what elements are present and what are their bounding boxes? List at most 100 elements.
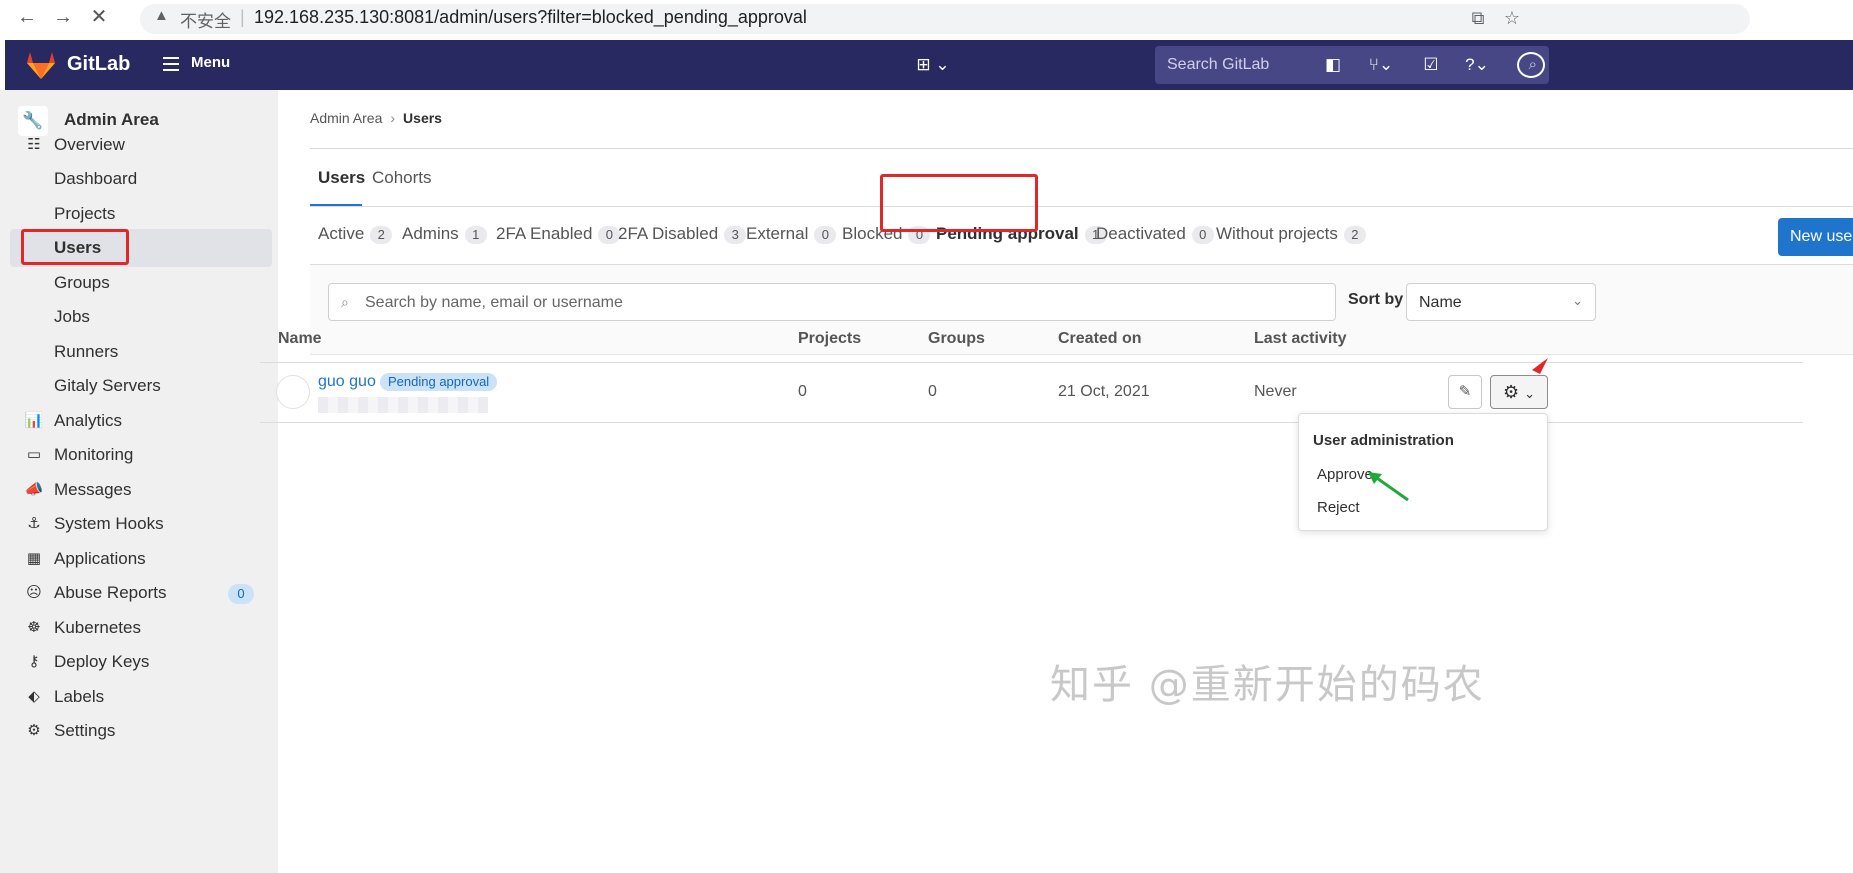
hamburger-icon[interactable] [163,57,179,71]
monitoring-icon: ▭ [26,446,42,463]
sidebar-item-abuse-reports[interactable]: ☹ Abuse Reports 0 [10,574,272,612]
column-header-name: Name [278,330,322,347]
sort-select[interactable]: Name ⌄ [1406,283,1596,321]
url-text[interactable]: 192.168.235.130:8081/admin/users?filter=… [254,7,807,28]
hook-icon: ⚓ [27,515,41,532]
user-name-link[interactable]: guo guo [318,373,376,391]
abuse-icon: ☹ [26,584,42,601]
sidebar-item-label: Runners [54,342,119,361]
sidebar-item-label: Gitaly Servers [54,376,161,395]
avatar-icon[interactable] [1517,52,1545,78]
filter-tab-external[interactable]: External 0 [746,224,837,244]
issues-icon[interactable]: ◧ [1321,52,1345,78]
user-actions-dropdown-button[interactable]: ⚙ ⌄ [1490,375,1548,409]
chevron-down-icon: ⌄ [1572,293,1583,308]
breadcrumb-parent[interactable]: Admin Area [310,110,382,126]
tab-cohorts[interactable]: Cohorts [372,168,432,188]
approve-menu-item[interactable]: Approve [1317,466,1373,483]
settings-icon: ⚙ [27,722,41,739]
sidebar-item-label: Jobs [54,307,90,326]
filter-tab-without-projects[interactable]: Without projects 2 [1216,224,1366,244]
back-icon[interactable]: ← [14,4,40,30]
filter-tab-active[interactable]: Active 2 [318,224,393,244]
sidebar-item-analytics[interactable]: 📊 Analytics [10,402,272,440]
new-user-button[interactable]: New user [1778,218,1853,256]
brand-name[interactable]: GitLab [67,53,130,76]
label-icon: ⬖ [28,688,40,705]
count-badge: 0 [228,584,254,604]
sort-value: Name [1419,294,1462,311]
sidebar-item-deploy-keys[interactable]: ⚷ Deploy Keys [10,643,272,681]
sidebar-item-messages[interactable]: 📣 Messages [10,471,272,509]
table-row: guo guo Pending approval 0 0 21 Oct, 202… [260,363,1803,423]
sidebar: 🔧 Admin Area ☷ Overview Dashboard Projec… [0,90,278,873]
edit-icon: ✎ [1458,383,1472,400]
new-dropdown-icon[interactable]: ⊞ ⌄ [913,52,953,78]
sidebar-item-gitaly-servers[interactable]: Gitaly Servers [10,367,272,405]
sidebar-item-system-hooks[interactable]: ⚓ System Hooks [10,505,272,543]
breadcrumb-current[interactable]: Users [403,110,442,126]
sidebar-item-applications[interactable]: ▦ Applications [10,540,272,578]
sidebar-item-label: Abuse Reports [54,583,167,602]
forward-icon[interactable]: → [50,4,76,30]
tab-users[interactable]: Users [318,168,365,188]
overview-icon: ☷ [27,136,41,153]
menu-button[interactable]: Menu [191,54,230,71]
translate-icon[interactable]: ⧉ [1466,6,1490,30]
user-search-input[interactable]: ⌕ Search by name, email or username [328,283,1336,321]
stop-loading-icon[interactable]: ✕ [86,4,112,30]
sort-label: Sort by [1348,291,1404,308]
gitlab-logo-icon[interactable] [25,50,57,80]
avatar[interactable] [276,375,310,409]
reject-menu-item[interactable]: Reject [1317,499,1360,516]
sidebar-item-kubernetes[interactable]: ☸ Kubernetes [10,609,272,647]
filter-tab-admins[interactable]: Admins 1 [402,224,487,244]
sidebar-item-overview[interactable]: ☷ Overview [10,126,272,164]
sidebar-item-jobs[interactable]: Jobs [10,298,272,336]
user-administration-dropdown: User administration Approve Reject [1298,413,1548,531]
count-badge: 2 [1343,226,1366,244]
column-header-groups: Groups [928,330,985,347]
divider [310,206,1853,207]
search-icon: ⌕ [341,294,349,310]
count-badge: 2 [370,226,393,244]
count-badge: 3 [724,226,747,244]
search-placeholder: Search GitLab [1167,56,1270,73]
blurred-email [318,397,488,413]
filter-tab-2fa-disabled[interactable]: 2FA Disabled 3 [618,224,747,244]
filter-tab-deactivated[interactable]: Deactivated 0 [1096,224,1214,244]
sidebar-item-label: System Hooks [54,514,164,533]
sidebar-item-runners[interactable]: Runners [10,333,272,371]
main-content: Admin Area › Users Users Cohorts Active 2 A… [278,90,1853,873]
filter-tab-2fa-enabled[interactable]: 2FA Enabled 0 [496,224,621,244]
red-arrow-icon [1532,358,1548,374]
count-badge: 0 [814,226,837,244]
sidebar-item-label: Overview [54,135,125,154]
sidebar-item-projects[interactable]: Projects [10,195,272,233]
sidebar-item-settings[interactable]: ⚙ Settings [10,712,272,750]
sidebar-item-groups[interactable]: Groups [10,264,272,302]
cell-groups: 0 [928,383,937,400]
divider [310,148,1853,149]
sidebar-item-label: Projects [54,204,116,223]
edit-user-button[interactable]: ✎ [1448,375,1482,409]
star-icon[interactable]: ☆ [1500,6,1524,30]
dropdown-header: User administration [1313,432,1454,449]
sidebar-item-labels[interactable]: ⬖ Labels [10,678,272,716]
cell-created-on: 21 Oct, 2021 [1058,383,1150,400]
sidebar-item-dashboard[interactable]: Dashboard [10,160,272,198]
key-icon: ⚷ [28,653,40,670]
annotation-box-users [21,229,129,265]
warning-icon[interactable]: ▲ [154,7,169,24]
merge-requests-icon[interactable]: ⑂⌄ [1361,52,1401,78]
sidebar-item-monitoring[interactable]: ▭ Monitoring [10,436,272,474]
analytics-icon: 📊 [24,412,44,429]
sidebar-item-label: Analytics [54,411,123,430]
top-navbar: GitLab Menu ⊞ ⌄ Search GitLab ⌕ ◧ ⑂⌄ ☑ ?… [5,40,1853,90]
user-filter-tabs: Active 2 Admins 1 2FA Enabled 0 2FA Disable… [310,208,1853,264]
help-icon[interactable]: ?⌄ [1457,52,1497,78]
breadcrumb: Admin Area › Users [310,110,442,126]
sidebar-item-label: Groups [54,273,110,292]
todos-icon[interactable]: ☑ [1419,52,1443,78]
column-header-projects: Projects [798,330,862,347]
